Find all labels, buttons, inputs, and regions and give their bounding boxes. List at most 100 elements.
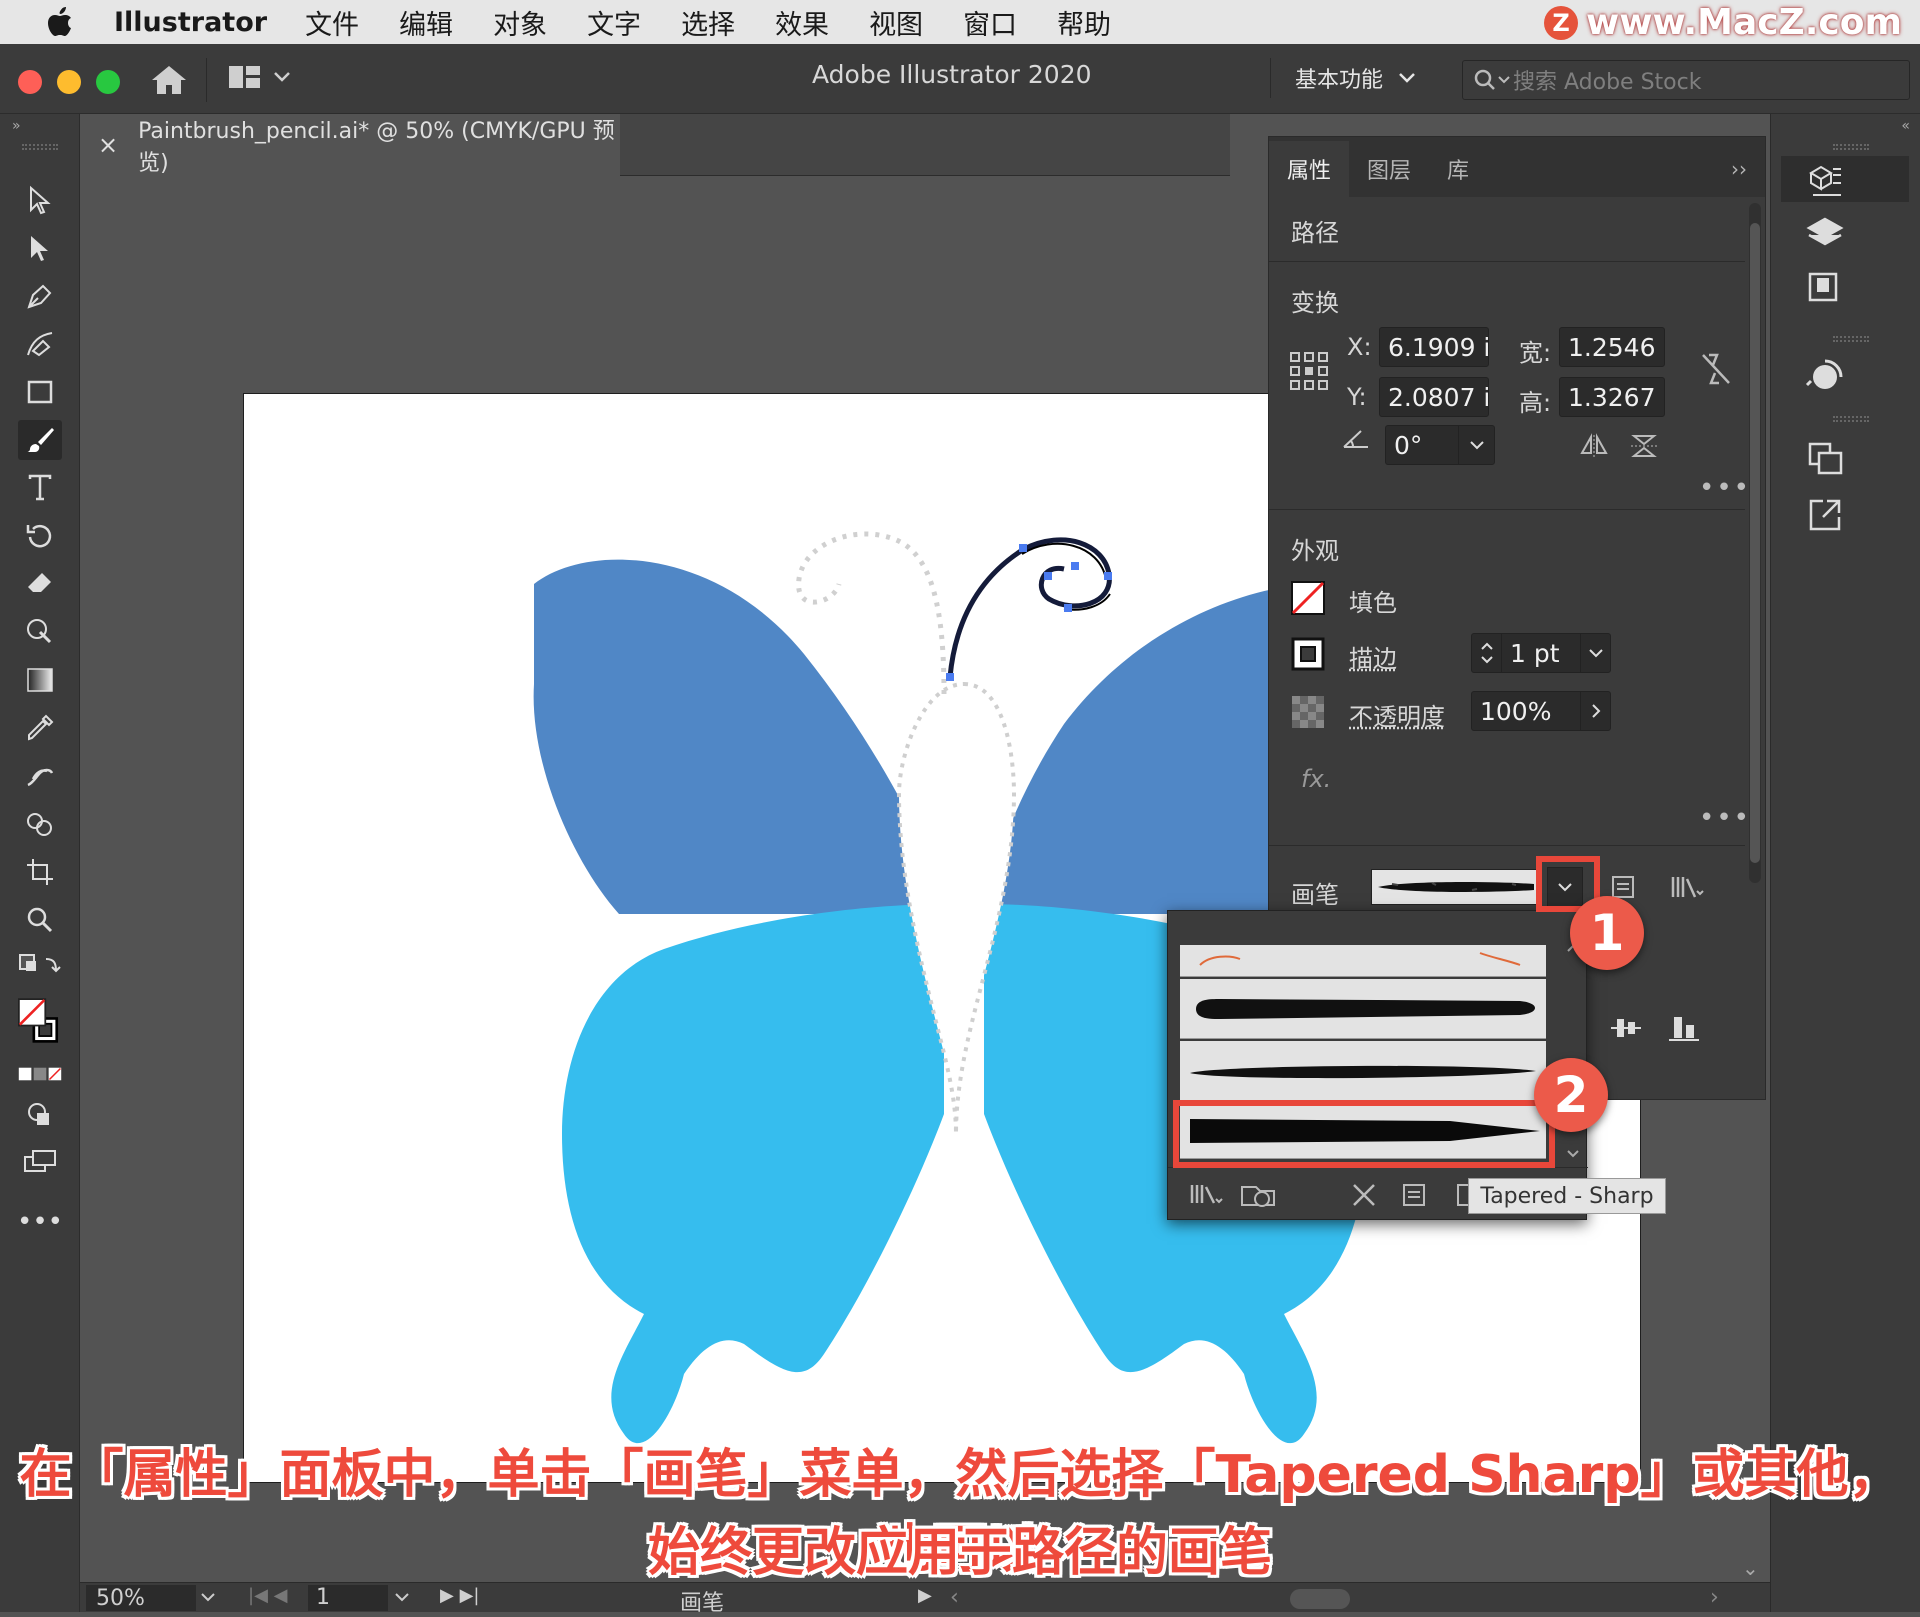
- brush-option-tapered-thin[interactable]: [1180, 1041, 1546, 1101]
- artboards-panel-button[interactable]: [1781, 436, 1909, 482]
- paintbrush-tool-icon[interactable]: [18, 420, 62, 460]
- horizontal-scroll-thumb[interactable]: [1290, 1589, 1350, 1609]
- eraser-tool-icon[interactable]: [18, 564, 62, 604]
- tab-properties[interactable]: 属性: [1269, 141, 1350, 197]
- eyedropper-tool-icon[interactable]: [18, 708, 62, 748]
- chevron-down-icon[interactable]: [1458, 426, 1494, 464]
- shape-builder-tool-icon[interactable]: [18, 804, 62, 844]
- chevron-right-icon[interactable]: [1580, 692, 1610, 730]
- menu-effect[interactable]: 效果: [775, 3, 829, 42]
- stroke-stepper-icon[interactable]: [1472, 634, 1502, 672]
- grip-icon[interactable]: [1833, 144, 1869, 150]
- y-position-field[interactable]: 2.0807 i: [1379, 377, 1489, 417]
- brush-option-decorative[interactable]: [1180, 945, 1546, 977]
- close-window-button[interactable]: [18, 70, 42, 94]
- first-artboard-icon[interactable]: |◀ ◀: [248, 1585, 287, 1606]
- stroke-swatch[interactable]: [1291, 637, 1325, 675]
- tab-layers[interactable]: 图层: [1349, 141, 1429, 197]
- scrollbar-thumb[interactable]: [1750, 223, 1760, 863]
- stock-search-input[interactable]: 搜索 Adobe Stock: [1462, 60, 1910, 100]
- draw-mode-icon[interactable]: [18, 1094, 62, 1134]
- reference-point-icon[interactable]: [1289, 351, 1329, 395]
- libraries-panel-button[interactable]: [1781, 264, 1909, 310]
- remove-brush-stroke-icon[interactable]: [1350, 1181, 1378, 1213]
- align-bottom-icon[interactable]: [1667, 1013, 1701, 1047]
- menu-view[interactable]: 视图: [869, 3, 923, 42]
- menu-file[interactable]: 文件: [305, 3, 359, 42]
- menu-type[interactable]: 文字: [587, 3, 641, 42]
- fill-label[interactable]: 填色: [1349, 583, 1397, 618]
- next-artboard-icon[interactable]: ▶ ▶|: [440, 1585, 479, 1606]
- home-icon[interactable]: [150, 64, 188, 100]
- minimize-window-button[interactable]: [57, 70, 81, 94]
- creative-cloud-libraries-icon[interactable]: [1238, 1179, 1278, 1213]
- fx-effects-button[interactable]: fx.: [1301, 765, 1331, 793]
- panel-expand-icon[interactable]: ››: [1713, 141, 1765, 197]
- zoom-level-field[interactable]: 50%: [86, 1585, 196, 1611]
- grip-icon[interactable]: [1833, 336, 1869, 342]
- rotation-angle-field[interactable]: 0°: [1385, 425, 1495, 465]
- chevron-down-icon[interactable]: [198, 1587, 218, 1613]
- align-center-icon[interactable]: [1609, 1013, 1643, 1047]
- zoom-tool-icon[interactable]: [18, 900, 62, 940]
- blend-tool-icon[interactable]: [18, 756, 62, 796]
- selection-tool-icon[interactable]: [18, 180, 62, 220]
- type-tool-icon[interactable]: [18, 468, 62, 508]
- menu-app-name[interactable]: Illustrator: [114, 7, 267, 38]
- export-panel-button[interactable]: [1781, 492, 1909, 538]
- fill-stroke-swatch[interactable]: [18, 992, 62, 1052]
- chevron-down-icon[interactable]: [1580, 634, 1610, 672]
- grip-icon[interactable]: [1833, 416, 1869, 422]
- height-field[interactable]: 1.3267 in: [1559, 377, 1665, 417]
- rotate-tool-icon[interactable]: [18, 516, 62, 556]
- artboard-number-field[interactable]: 1: [308, 1585, 388, 1611]
- properties-panel-button[interactable]: [1781, 156, 1909, 202]
- brush-option-tapered-round[interactable]: [1180, 979, 1546, 1039]
- menu-help[interactable]: 帮助: [1057, 3, 1111, 42]
- puppet-warp-tool-icon[interactable]: [18, 612, 62, 652]
- swap-fill-stroke-icon[interactable]: [18, 946, 62, 986]
- brush-preview[interactable]: [1371, 869, 1541, 905]
- menu-edit[interactable]: 编辑: [399, 3, 453, 42]
- flip-vertical-icon[interactable]: [1629, 433, 1659, 463]
- panel-scrollbar[interactable]: [1749, 203, 1761, 883]
- brush-libraries-menu-icon[interactable]: [1188, 1181, 1224, 1211]
- opacity-label[interactable]: 不透明度: [1349, 697, 1445, 732]
- collapse-toolbar-icon[interactable]: »: [12, 118, 21, 134]
- stroke-weight-field[interactable]: 1 pt: [1471, 633, 1611, 673]
- edit-toolbar-icon[interactable]: •••: [17, 1202, 63, 1242]
- pen-tool-icon[interactable]: [18, 276, 62, 316]
- appearance-more-options-icon[interactable]: •••: [1699, 803, 1751, 833]
- close-tab-icon[interactable]: ×: [98, 131, 118, 159]
- arrange-documents-button[interactable]: [228, 64, 292, 90]
- transform-more-options-icon[interactable]: •••: [1699, 473, 1751, 503]
- artboard-tool-icon[interactable]: [18, 852, 62, 892]
- stroke-label[interactable]: 描边: [1349, 639, 1397, 674]
- workspace-switcher[interactable]: 基本功能: [1270, 58, 1417, 98]
- collapse-dock-icon[interactable]: «: [1901, 118, 1910, 134]
- layers-panel-button[interactable]: [1781, 210, 1909, 256]
- scroll-left-icon[interactable]: ‹: [950, 1585, 959, 1610]
- constrain-proportions-icon[interactable]: [1699, 351, 1733, 391]
- status-menu-icon[interactable]: ▶: [918, 1585, 932, 1606]
- chevron-down-icon[interactable]: [392, 1587, 412, 1613]
- color-guide-panel-button[interactable]: [1781, 354, 1909, 400]
- fill-none-swatch[interactable]: [1291, 581, 1325, 619]
- opacity-field[interactable]: 100%: [1471, 691, 1611, 731]
- direct-selection-tool-icon[interactable]: [18, 228, 62, 268]
- rectangle-tool-icon[interactable]: [18, 372, 62, 412]
- brush-libraries-icon[interactable]: [1669, 873, 1705, 905]
- flip-horizontal-icon[interactable]: [1579, 433, 1609, 463]
- curvature-tool-icon[interactable]: [18, 324, 62, 364]
- tab-libraries[interactable]: 库: [1429, 141, 1487, 197]
- scroll-right-icon[interactable]: ›: [1710, 1585, 1719, 1610]
- zoom-window-button[interactable]: [96, 70, 120, 94]
- color-mode-buttons[interactable]: [18, 1054, 62, 1094]
- gradient-tool-icon[interactable]: [18, 660, 62, 700]
- width-field[interactable]: 1.2546 in: [1559, 327, 1665, 367]
- apple-icon[interactable]: [40, 7, 80, 37]
- menu-window[interactable]: 窗口: [963, 3, 1017, 42]
- x-position-field[interactable]: 6.1909 i: [1379, 327, 1489, 367]
- menu-select[interactable]: 选择: [681, 3, 735, 42]
- screen-mode-icon[interactable]: [18, 1142, 62, 1182]
